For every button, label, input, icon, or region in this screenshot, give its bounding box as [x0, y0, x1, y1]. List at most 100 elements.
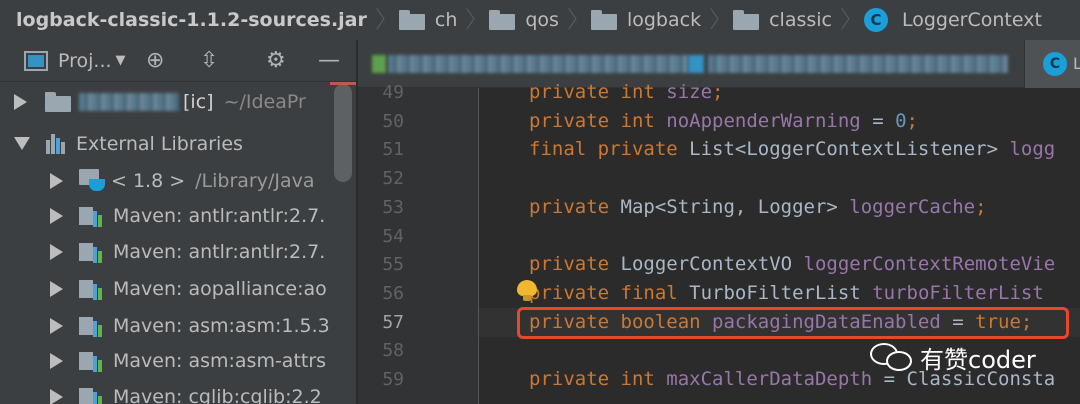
expand-arrow-icon[interactable] [50, 352, 63, 369]
breadcrumb-folder-logback[interactable]: logback [590, 0, 705, 40]
breadcrumb-jar-label: logback-classic-1.1.2-sources.jar [16, 9, 367, 31]
breadcrumb-class-label: LoggerContext [902, 9, 1042, 31]
chevron-right-icon [842, 0, 856, 40]
code-token: Map<String, Logger> [620, 196, 850, 218]
code-token: ; [906, 110, 918, 132]
line-number: 55 [382, 254, 404, 275]
tree-item-maven[interactable]: Maven: asm:asm:1.5.3 [50, 311, 358, 340]
tree-item-label: Maven: antlr:antlr:2.7. [113, 204, 326, 227]
code-token: private [529, 196, 621, 218]
project-scrollbar[interactable] [334, 84, 352, 182]
redacted-tab[interactable] [708, 55, 1008, 73]
maven-library-icon [79, 386, 105, 404]
expand-arrow-icon[interactable] [14, 93, 27, 110]
line-number: 49 [382, 82, 404, 103]
expand-arrow-icon[interactable] [50, 317, 63, 334]
folder-icon [590, 10, 617, 30]
collapse-all-icon[interactable]: ⇳ [200, 49, 218, 73]
chevron-down-icon[interactable]: ▼ [116, 53, 126, 68]
maven-library-icon [79, 205, 105, 227]
code-token: noAppenderWarning [666, 110, 861, 132]
expand-arrow-icon[interactable] [50, 243, 63, 260]
expand-arrow-icon[interactable] [50, 388, 63, 404]
chevron-right-icon [711, 0, 725, 40]
breadcrumb-folder-classic[interactable]: classic [733, 0, 836, 40]
code-token: List<LoggerContextListener> [689, 138, 1010, 160]
line-number: 54 [382, 226, 404, 247]
lightbulb-icon[interactable] [517, 280, 537, 302]
line-number: 59 [382, 369, 404, 390]
watermark-text: 有赞coder [920, 346, 1036, 374]
tree-item-label: Maven: cglib:cglib:2.2 [113, 385, 322, 404]
tab-logger-context[interactable]: C L [1024, 40, 1080, 88]
breadcrumb-folder-qos[interactable]: qos [489, 0, 563, 40]
gear-icon[interactable]: ⚙ [266, 49, 286, 73]
line-number: 50 [382, 111, 404, 132]
tree-item-label: Maven: aopalliance:ao [113, 277, 327, 300]
code-token: private int [529, 368, 667, 390]
folder-icon [398, 10, 425, 30]
expand-arrow-icon[interactable] [50, 172, 63, 189]
tree-item-external-libraries[interactable]: External Libraries [14, 129, 354, 158]
tree-item-maven[interactable]: Maven: cglib:cglib:2.2 [50, 382, 358, 404]
code-token: 0 [895, 110, 907, 132]
code-token: ; [975, 196, 987, 218]
code-token: maxCallerDataDepth [666, 368, 873, 390]
line-number: 51 [382, 139, 404, 160]
error-marker [330, 82, 356, 85]
code-token: TurboFilterList [689, 282, 873, 304]
tab-label: L [1073, 54, 1080, 73]
jdk-icon [79, 168, 107, 193]
breadcrumb: logback-classic-1.1.2-sources.jar ch qos… [0, 0, 1080, 40]
maven-library-icon [79, 315, 105, 337]
code-token: turboFilterList [872, 282, 1044, 304]
module-folder-icon [45, 91, 73, 112]
wechat-watermark: 有赞coder [870, 340, 1036, 375]
code-line: private Map<String, Logger> loggerCache; [529, 196, 987, 218]
tree-item-maven[interactable]: Maven: antlr:antlr:2.7. [50, 201, 358, 230]
project-view-selector[interactable]: Proj... [58, 50, 112, 72]
tree-item-maven[interactable]: Maven: antlr:antlr:2.7. [50, 237, 358, 266]
expand-arrow-icon[interactable] [50, 207, 63, 224]
collapse-arrow-icon[interactable] [14, 137, 30, 150]
breadcrumb-folder-label: qos [525, 9, 559, 31]
tree-root-badge: [ic] [183, 90, 214, 113]
code-token: = [860, 110, 896, 132]
code-token: size [666, 81, 713, 103]
library-icon [46, 133, 68, 154]
chevron-right-icon [467, 0, 481, 40]
breadcrumb-class[interactable]: C LoggerContext [864, 0, 1046, 40]
breadcrumb-folder-label: logback [626, 9, 702, 31]
line-number: 53 [382, 197, 404, 218]
line-number: 56 [382, 283, 404, 304]
breadcrumb-folder-label: ch [434, 9, 458, 31]
code-token: logg [1009, 138, 1056, 160]
tree-item-maven[interactable]: Maven: asm:asm-attrs [50, 346, 358, 375]
expand-arrow-icon[interactable] [50, 280, 63, 297]
code-token: LoggerContextVO [620, 253, 804, 275]
folder-icon [733, 10, 760, 30]
tree-item-maven[interactable]: Maven: aopalliance:ao [50, 274, 358, 303]
line-number: 58 [382, 340, 404, 361]
minimize-icon[interactable]: — [318, 49, 340, 73]
locate-icon[interactable]: ⊕ [146, 49, 164, 73]
maven-library-icon [79, 241, 105, 263]
folder-icon [489, 10, 516, 30]
chevron-right-icon [377, 0, 391, 40]
breadcrumb-folder-ch[interactable]: ch [398, 0, 462, 40]
annotation-highlight-box [517, 307, 1069, 339]
code-token: private int [529, 110, 667, 132]
chevron-right-icon [569, 0, 583, 40]
code-token: private final [529, 282, 690, 304]
redacted-tab-icon [688, 55, 704, 73]
breadcrumb-jar[interactable]: logback-classic-1.1.2-sources.jar [12, 0, 371, 40]
project-toolbar: Proj... ▼ ⊕ ⇳ ⚙ — [0, 40, 358, 82]
tree-item-jdk[interactable]: < 1.8 > /Library/Java [50, 166, 358, 195]
tree-item-project-root[interactable]: [ic] ~/IdeaPr [14, 87, 354, 116]
redacted-tab[interactable] [388, 55, 688, 73]
maven-library-icon [79, 350, 105, 372]
tree-item-path: /Library/Java [195, 169, 315, 192]
code-token: final private [529, 138, 690, 160]
breadcrumb-folder-label: classic [769, 9, 832, 31]
code-token: private [529, 253, 621, 275]
